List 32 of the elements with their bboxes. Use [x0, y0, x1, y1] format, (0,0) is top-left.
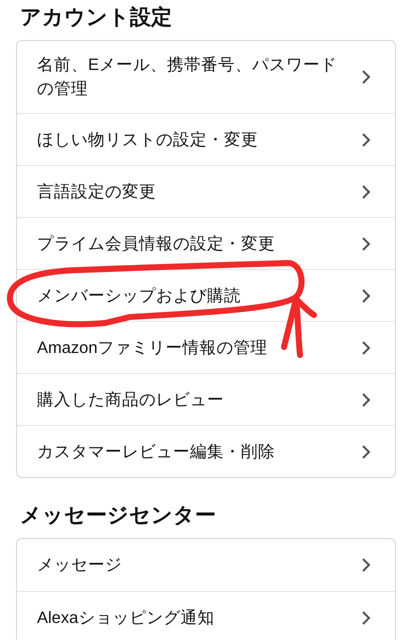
- chevron-right-icon: [361, 184, 371, 200]
- chevron-right-icon: [361, 69, 371, 85]
- settings-row[interactable]: 購入した商品のレビュー: [17, 373, 395, 425]
- section-heading: アカウント設定: [19, 4, 173, 31]
- chevron-right-icon: [361, 132, 371, 148]
- settings-row[interactable]: 言語設定の変更: [17, 165, 395, 217]
- row-label: ほしい物リストの設定・変更: [37, 130, 259, 150]
- row-label: 購入した商品のレビュー: [37, 390, 225, 410]
- settings-row[interactable]: メンバーシップおよび購読: [17, 269, 395, 321]
- row-label: カスタマーレビュー編集・削除: [37, 442, 276, 462]
- chevron-right-icon: [361, 236, 371, 252]
- settings-row[interactable]: ほしい物リストの設定・変更: [17, 113, 395, 165]
- settings-row[interactable]: カスタマーレビュー編集・削除: [17, 425, 395, 477]
- row-label: 名前、Eメール、携帯番号、パスワードの管理: [37, 55, 338, 100]
- chevron-right-icon: [361, 392, 371, 408]
- settings-row[interactable]: メッセージ: [17, 539, 395, 591]
- row-label: Amazonファミリー情報の管理: [37, 338, 269, 358]
- settings-row[interactable]: 名前、Eメール、携帯番号、パスワードの管理: [17, 41, 395, 113]
- chevron-right-icon: [361, 340, 371, 356]
- settings-row[interactable]: Alexaショッピング通知: [17, 591, 395, 640]
- settings-row[interactable]: プライム会員情報の設定・変更: [17, 217, 395, 269]
- row-label: メッセージ: [37, 555, 123, 576]
- chevron-right-icon: [361, 444, 371, 460]
- row-label: 言語設定の変更: [37, 182, 157, 202]
- chevron-right-icon: [361, 610, 371, 626]
- row-label: メンバーシップおよび購読: [37, 286, 242, 306]
- settings-row[interactable]: Amazonファミリー情報の管理: [17, 321, 395, 373]
- chevron-right-icon: [361, 557, 371, 573]
- chevron-right-icon: [361, 288, 371, 304]
- row-label: プライム会員情報の設定・変更: [37, 234, 276, 254]
- section-heading: メッセージセンター: [19, 503, 217, 529]
- row-label: Alexaショッピング通知: [37, 608, 216, 628]
